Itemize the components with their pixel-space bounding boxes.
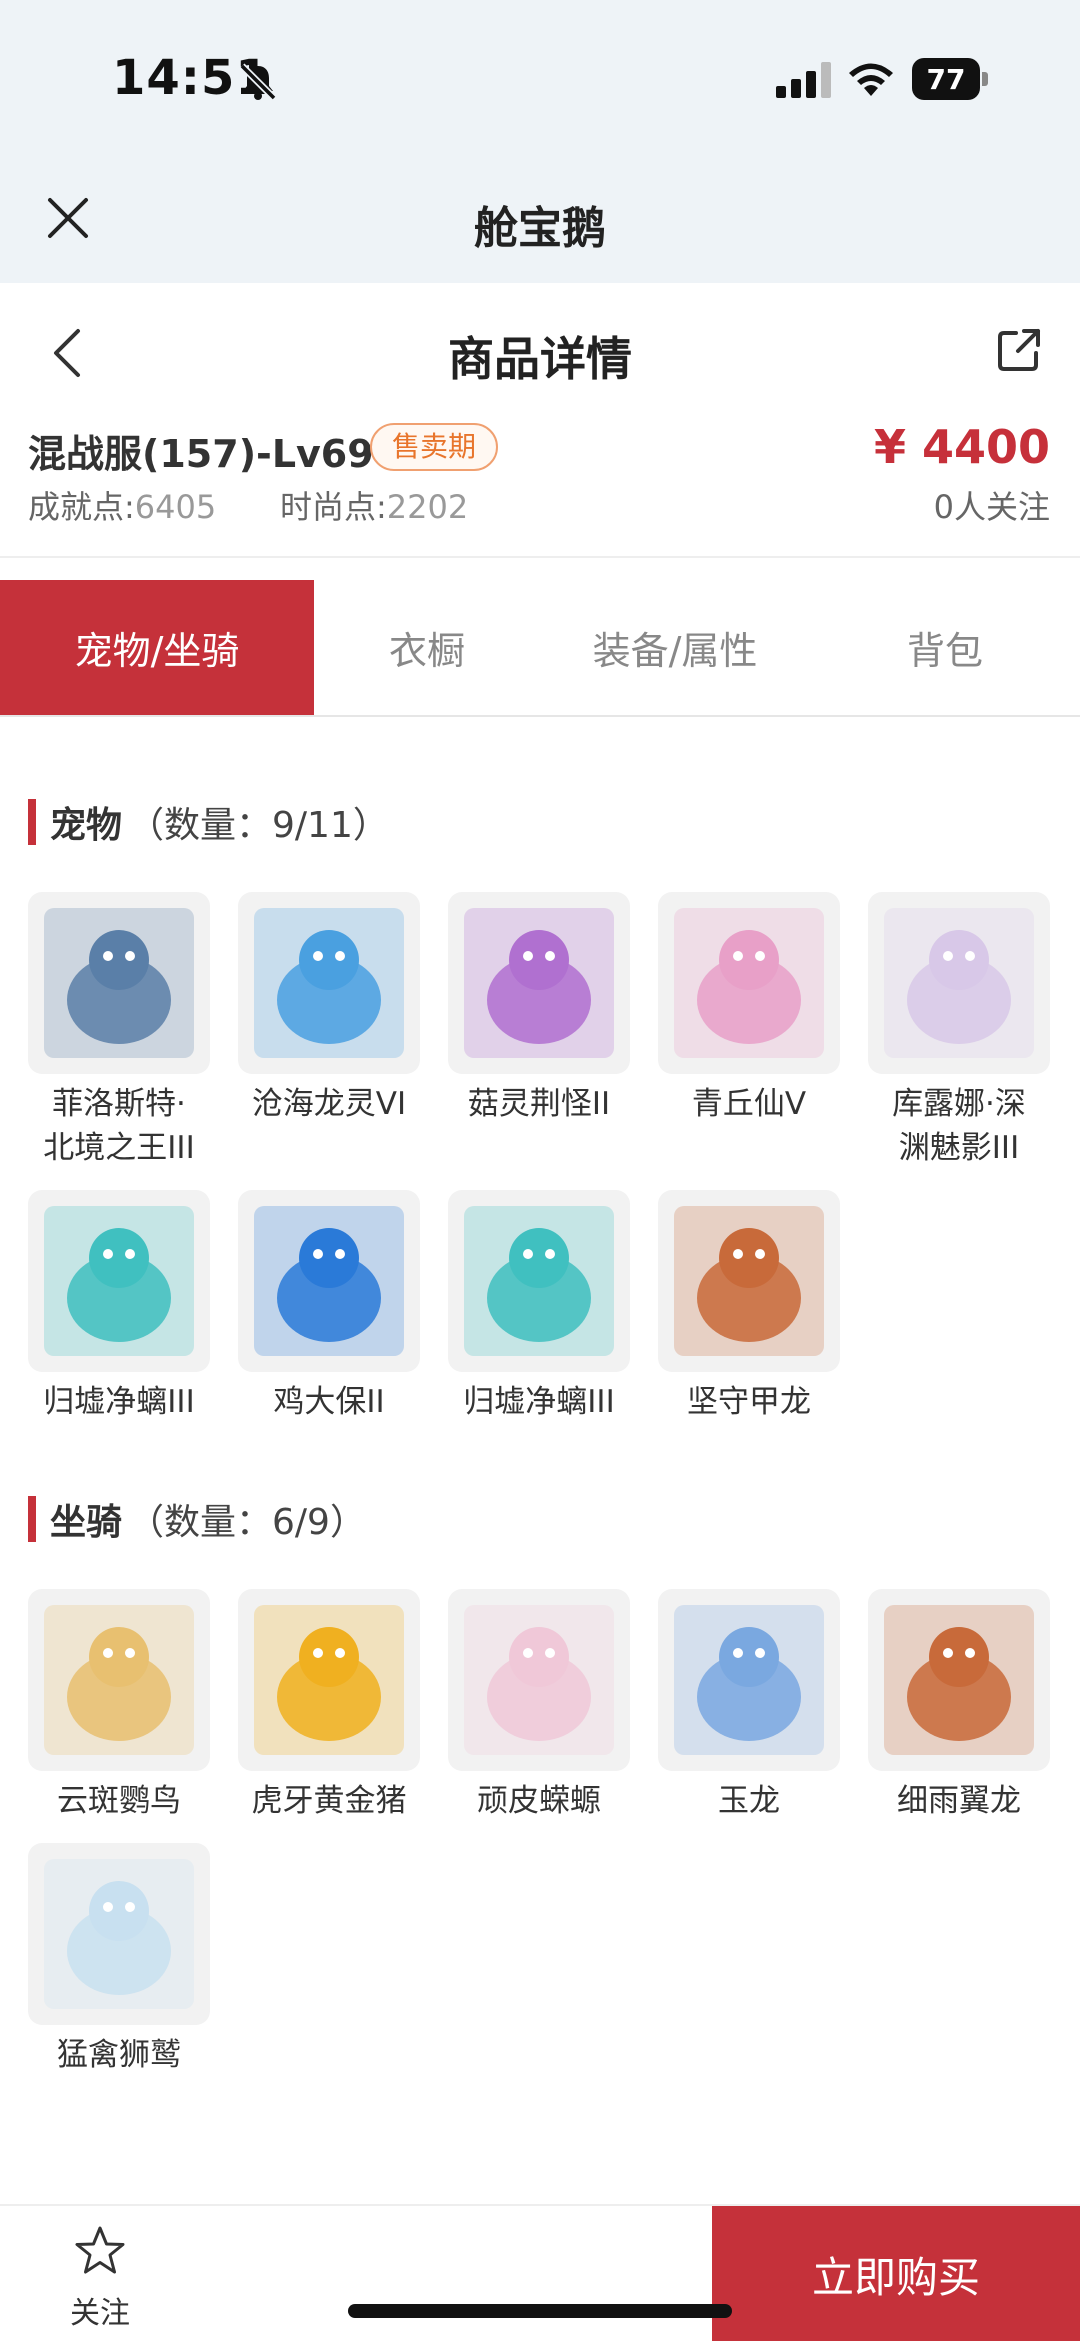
blue-dragon-spirit-icon [238,892,420,1074]
grid-item[interactable]: 青丘仙V [658,892,840,1126]
pink-axolotl-icon [448,1589,630,1771]
item-name: 猛禽狮鹫 [57,2037,181,2073]
achievement-value: 6405 [134,488,217,526]
app-title: 舱宝鹅 [474,203,606,254]
achievement-label: 成就点: [28,488,135,526]
battery-tip [982,72,988,86]
item-name-line: 归墟净螭III [463,1384,615,1420]
item-name: 鸡大保II [238,1380,420,1424]
grid-item[interactable]: 菇灵荆怪II [448,892,630,1126]
section-name: 坐骑 [50,1502,123,1543]
fashion-points: 时尚点:2202 [280,482,468,528]
share-external-icon[interactable] [996,325,1044,373]
battery-level: 77 [912,58,980,100]
grid-item[interactable]: 细雨翼龙 [868,1589,1050,1823]
buy-now-button[interactable]: 立即购买 [712,2206,1080,2341]
water-dragon-icon [448,1190,630,1372]
grid-item[interactable]: 库露娜·深渊魅影III [868,892,1050,1170]
grid-item[interactable]: 沧海龙灵VI [238,892,420,1126]
grid-item[interactable]: 菲洛斯特· 北境之王III [28,892,210,1170]
grid-item[interactable]: 鸡大保II [238,1190,420,1424]
item-name-line: 北境之王III [43,1130,195,1166]
pets-section-title: 宠物 （数量：9/11） [28,796,389,848]
page-header: 商品详情 [0,283,1080,423]
item-name-line: 鸡大保II [273,1384,385,1420]
follower-count: 0人关注 [933,488,1050,526]
water-dragon-icon [28,1190,210,1372]
item-name-line: 渊魅影III [898,1130,1020,1166]
section-accent-bar [28,1496,36,1542]
item-name-line: 菲洛斯特· [52,1086,186,1122]
blue-chicken-icon [238,1190,420,1372]
bottom-action-bar: 关注 立即购买 [0,2204,1080,2341]
item-name: 归墟净螭III [448,1380,630,1424]
item-name: 库露娜·深渊魅影III [868,1082,1050,1170]
item-name-line: 坚守甲龙 [687,1384,811,1420]
item-name: 青丘仙V [658,1082,840,1126]
item-name: 菲洛斯特· 北境之王III [28,1082,210,1170]
tab-wardrobe[interactable]: 衣橱 [314,580,540,715]
fox-fairy-icon [658,892,840,1074]
griffin-icon [28,1843,210,2025]
item-name: 玉龙 [718,1783,780,1819]
item-name-line: 菇灵荆怪II [467,1086,611,1122]
item-name: 坚守甲龙 [658,1380,840,1424]
abyss-phantom-icon [868,892,1050,1074]
product-name: 混战服(157)-Lv69 [28,432,374,476]
tab-equipment-attributes[interactable]: 装备/属性 [540,580,810,715]
app-top-area: 14:51 77 舱宝鹅 [0,0,1080,283]
item-name-line: 青丘仙V [691,1086,807,1122]
grid-item[interactable]: 虎牙黄金猪 [238,1589,420,1823]
item-name-line: 库露娜·深 [892,1086,1026,1122]
item-name-line: 归墟净螭III [43,1384,195,1420]
follow-button[interactable]: 关注 [50,2224,150,2334]
section-count: （数量：9/11） [128,805,389,846]
divider [0,556,1080,558]
page-title: 商品详情 [448,332,632,386]
detail-tabs: 宠物/坐骑 衣橱 装备/属性 背包 [0,580,1080,717]
item-name: 沧海龙灵VI [238,1082,420,1126]
item-name: 菇灵荆怪II [448,1082,630,1126]
armored-dragon-icon [658,1190,840,1372]
item-name: 顽皮蝾螈 [477,1783,601,1819]
mushroom-sprite-icon [448,892,630,1074]
cloud-parrot-icon [28,1589,210,1771]
grid-item[interactable]: 坚守甲龙 [658,1190,840,1424]
grid-item[interactable]: 顽皮蝾螈 [448,1589,630,1823]
grid-item[interactable]: 云斑鹦鸟 [28,1589,210,1823]
item-name: 细雨翼龙 [897,1783,1021,1819]
rain-pterosaur-icon [868,1589,1050,1771]
item-name: 归墟净螭III [28,1380,210,1424]
grid-item[interactable]: 玉龙 [658,1589,840,1823]
tab-pets-mounts[interactable]: 宠物/坐骑 [0,580,314,715]
bell-off-icon [239,63,277,101]
status-badge: 售卖期 [370,423,499,471]
section-count: （数量：6/9） [128,1502,366,1543]
battery-indicator: 77 [912,58,988,100]
achievement-points: 成就点:6405 [28,482,216,528]
follow-label: 关注 [70,2296,130,2331]
item-name: 云斑鹦鸟 [57,1783,181,1819]
jade-dragon-icon [658,1589,840,1771]
star-icon [75,2226,125,2274]
page: 14:51 77 舱宝鹅 商品详情 混战服(157)-Lv69 售卖期 ¥ 44… [0,0,1080,2341]
section-name: 宠物 [50,805,123,846]
grid-item[interactable]: 猛禽狮鹫 [28,1843,210,2077]
mounts-section-title: 坐骑 （数量：6/9） [28,1493,366,1545]
golden-pig-icon [238,1589,420,1771]
home-indicator [348,2304,732,2318]
price: ¥ 4400 [873,420,1050,474]
white-wolf-king-icon [28,892,210,1074]
fashion-value: 2202 [386,488,469,526]
cell-signal-icon [776,62,831,98]
grid-item[interactable]: 归墟净螭III [28,1190,210,1424]
item-name-line: 沧海龙灵VI [251,1086,407,1122]
grid-item[interactable]: 归墟净螭III [448,1190,630,1424]
item-name: 虎牙黄金猪 [251,1783,407,1819]
tab-backpack[interactable]: 背包 [810,580,1080,715]
fashion-label: 时尚点: [280,488,387,526]
section-accent-bar [28,799,36,845]
wifi-icon [849,63,893,96]
